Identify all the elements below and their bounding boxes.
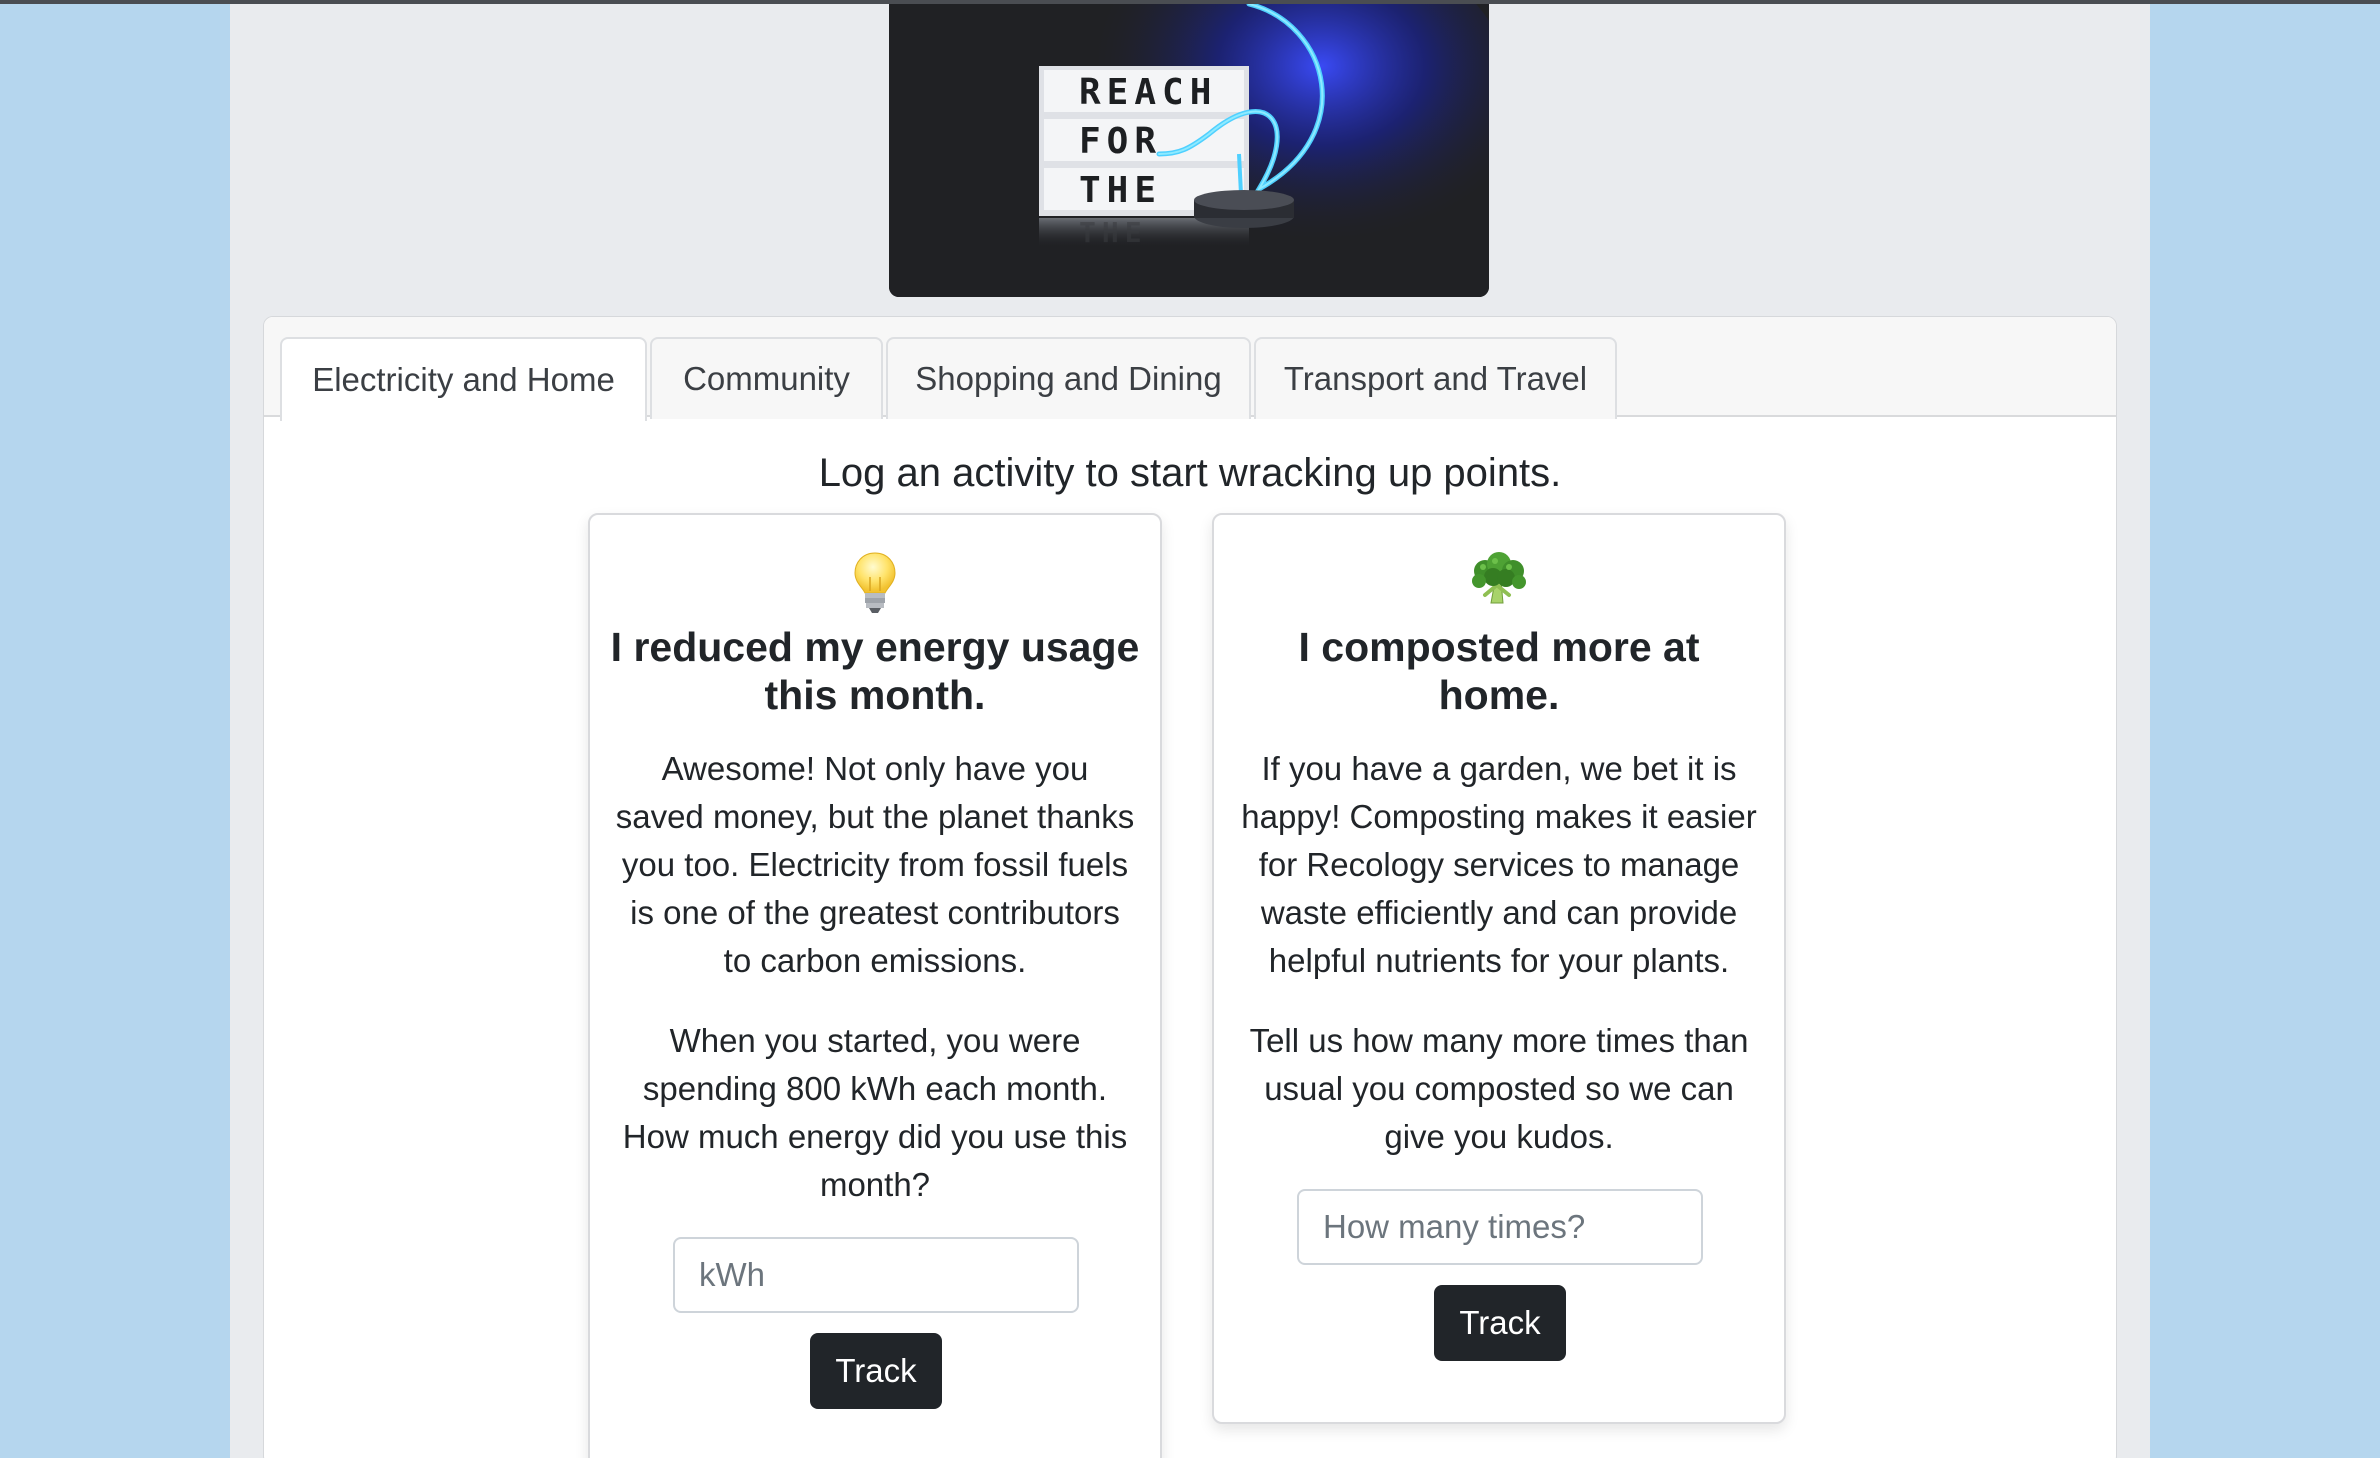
card-question: Tell us how many more times than usual y… <box>1249 1022 1749 1155</box>
kwh-input[interactable] <box>673 1237 1079 1313</box>
sign-line-1: REACH <box>1079 72 1217 113</box>
tab-electricity-and-home[interactable]: Electricity and Home <box>280 337 647 421</box>
tab-bar: Electricity and Home Community Shopping … <box>264 317 2116 421</box>
hero-image: REACH FOR THE THE <box>889 4 1489 297</box>
tab-community[interactable]: Community <box>650 337 883 419</box>
track-energy-button[interactable]: Track <box>810 1333 942 1409</box>
card-title: I composted more at home. <box>1298 624 1700 718</box>
card-description: If you have a garden, we bet it is happy… <box>1241 750 1757 979</box>
light-bulb-icon <box>590 551 1160 617</box>
activity-prompt: Log an activity to start wracking up poi… <box>818 451 1562 495</box>
sign-reflection: THE <box>1079 216 1148 249</box>
card-title: I reduced my energy usage this month. <box>610 624 1140 718</box>
compost-times-input[interactable] <box>1297 1189 1703 1265</box>
card-description: Awesome! Not only have you saved money, … <box>615 750 1135 979</box>
broccoli-icon <box>1214 551 1784 617</box>
activity-panel: Electricity and Home Community Shopping … <box>263 316 2117 1458</box>
track-compost-button[interactable]: Track <box>1434 1285 1566 1361</box>
main-content: REACH FOR THE THE Electricity and Home C… <box>230 4 2150 1458</box>
compost-card: I composted more at home. If you have a … <box>1212 513 1786 1424</box>
sign-line-3: THE <box>1079 170 1162 211</box>
card-question: When you started, you were spending 800 … <box>622 1022 1128 1203</box>
hero-illustration: REACH FOR THE THE <box>889 4 1489 297</box>
tab-transport-and-travel[interactable]: Transport and Travel <box>1254 337 1617 419</box>
sign-line-2: FOR <box>1079 121 1162 162</box>
tab-shopping-and-dining[interactable]: Shopping and Dining <box>886 337 1251 419</box>
energy-usage-card: I reduced my energy usage this month. Aw… <box>588 513 1162 1458</box>
